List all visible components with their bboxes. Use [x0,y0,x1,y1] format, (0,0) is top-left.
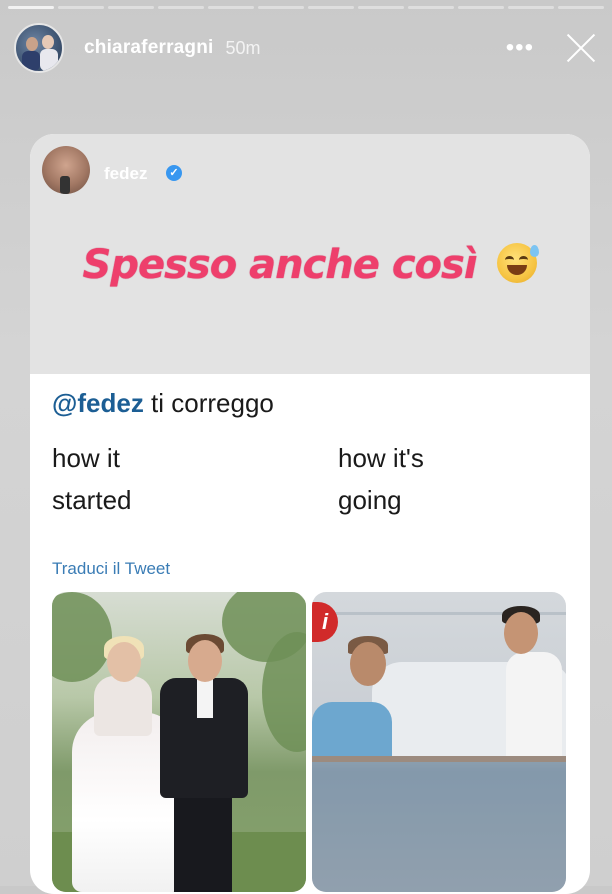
story-username[interactable]: chiaraferragni [84,37,214,59]
tweet-mention[interactable]: @fedez [52,388,144,418]
verified-badge-icon: ✓ [166,165,182,181]
close-icon[interactable] [564,31,598,65]
tweet-body: ti correggo [151,388,274,418]
caption-left-line1: how it [52,443,120,473]
progress-segment [558,6,604,9]
caption-left-line2: started [52,485,132,515]
wedding-photo[interactable] [52,592,306,892]
author-name[interactable]: fedez [104,164,147,184]
tweet-content: @fedez ti correggo how it started how it… [30,374,590,579]
story-progress-bar [8,6,604,9]
shared-post-card[interactable]: fedez ✓ Spesso anche così @fedez ti corr… [30,134,590,894]
boat-photo[interactable]: i [312,592,566,892]
tweet-text: @fedez ti correggo [52,388,568,419]
channel-logo-icon: i [312,602,338,642]
progress-segment [108,6,154,9]
caption-right-line2: going [338,485,402,515]
translate-tweet-link[interactable]: Traduci il Tweet [52,559,568,579]
progress-segment [308,6,354,9]
progress-segment [208,6,254,9]
more-dots-icon[interactable]: ••• [506,36,534,60]
progress-segment [458,6,504,9]
story-timestamp: 50m [225,37,261,58]
progress-segment [508,6,554,9]
progress-segment [8,6,54,9]
story-header: chiaraferragni 50m ••• [14,20,598,76]
progress-segment [408,6,454,9]
profile-avatar[interactable] [14,23,64,73]
sticker-caption: Spesso anche così [30,242,590,288]
progress-segment [358,6,404,9]
progress-segment [258,6,304,9]
author-avatar[interactable] [42,146,90,194]
caption-left: how it started [52,437,338,521]
grinning-sweat-emoji-icon [497,243,540,283]
sticker-caption-text: Spesso anche così [82,242,478,288]
tweet-captions: how it started how it's going [52,437,568,521]
tweet-photos: i [52,592,566,892]
progress-segment [158,6,204,9]
caption-right: how it's going [338,437,424,521]
progress-segment [58,6,104,9]
sticker-area: fedez ✓ Spesso anche così [30,134,590,374]
caption-right-line1: how it's [338,443,424,473]
